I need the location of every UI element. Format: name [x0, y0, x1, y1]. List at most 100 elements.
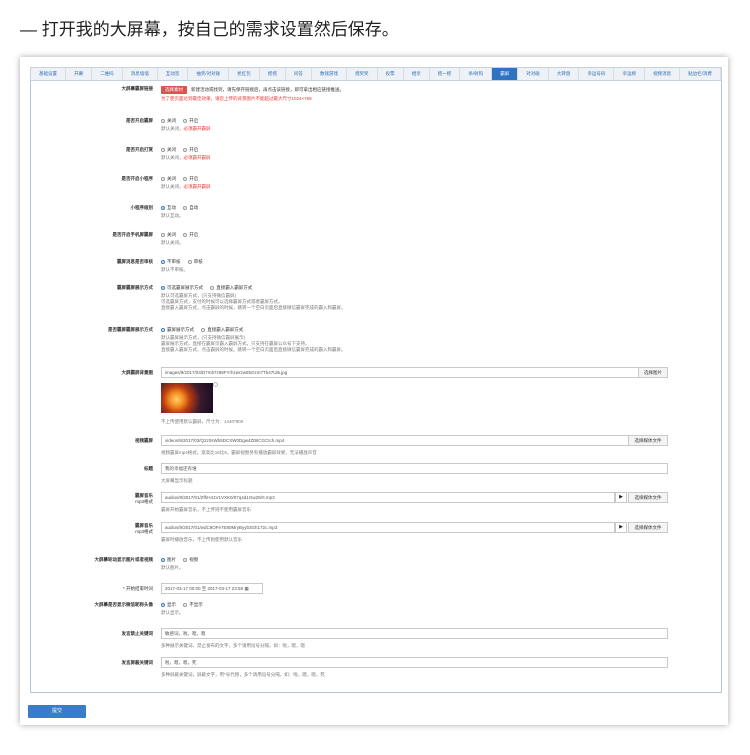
title-input[interactable]: 我的幸福还有谁: [161, 463, 668, 474]
label-show-type: 大屏幕轮动显示图片或者视频: [94, 557, 154, 562]
option-label: 关闭: [167, 176, 176, 181]
submit-button[interactable]: 提交: [28, 705, 86, 718]
bg-video-input[interactable]: videos/9/2017/03/Q2z0sWh5DCXW0Dgw4Zt9ICG…: [161, 435, 629, 446]
filter-words-input[interactable]: 啦，嗯，嗯，死: [161, 657, 668, 668]
bg-image-input[interactable]: images/9/2017/03/D7m57z99FYrhzwrzw85Ozm7…: [161, 367, 639, 378]
tab-item[interactable]: 数钱游戏: [312, 68, 348, 80]
pay-method-opt1[interactable]: 可选霸屏展示方式: [161, 285, 203, 290]
show-nick-yes[interactable]: 显示: [161, 602, 176, 607]
open-screen-on[interactable]: 开启: [183, 118, 198, 123]
show-method-hint-3: 直接霸入霸屏方式，点击霸屏的时候，跳转一个空白页面后直接微信霸屏完成的霸入和霸屏…: [161, 347, 346, 352]
radio-icon: [161, 176, 165, 181]
radio-icon: [161, 259, 165, 264]
mini-level-control: 互动 自动 默认互动。: [161, 205, 204, 219]
msg-review-no[interactable]: 不审核: [161, 259, 181, 264]
tab-item[interactable]: 投票: [378, 68, 404, 80]
select-image-button[interactable]: 选择图片: [638, 367, 668, 378]
mini-level-opt1[interactable]: 互动: [161, 205, 176, 210]
open-screen-control: 关闭 开启 默认关闭，必须霸开霸屏: [161, 118, 211, 132]
tab-item[interactable]: 问答: [286, 68, 312, 80]
hint-red: 必须霸开霸屏: [183, 184, 211, 189]
show-type-hint: 默认图片。: [161, 565, 184, 570]
msg-review-yes[interactable]: 审核: [187, 259, 203, 264]
open-danmu-off[interactable]: 关闭: [161, 147, 176, 152]
label-end-music: 霸屏音乐 mp3格式: [33, 523, 153, 535]
label-msg-review: 霸屏消息是否审核: [117, 259, 153, 264]
time-range-input[interactable]: 2017-03-17 00:00 至 2017-03-17 23:59 ▦: [161, 583, 263, 594]
radio-icon: [183, 176, 188, 181]
tab-item[interactable]: 开幕: [66, 68, 93, 80]
select-end-music-button[interactable]: 选择媒体文件: [628, 522, 668, 533]
phone-screen-off[interactable]: 关闭: [161, 232, 176, 237]
tab-item[interactable]: 霸屏: [492, 68, 519, 80]
phone-screen-control: 关闭 开启 默认关闭。: [161, 232, 204, 246]
tab-item[interactable]: 幸运号码: [579, 68, 615, 80]
bg-music-input[interactable]: audios/9/2017/01/ZfhH41V1VXK0/07q4d1Gw29…: [161, 492, 615, 503]
radio-icon: [161, 285, 165, 290]
tab-item[interactable]: 视频消息: [645, 68, 681, 80]
label-mini-level: 小程序级别: [130, 205, 154, 210]
open-gift-hint: 默认关闭，必须霸开霸屏: [161, 184, 211, 190]
select-material-button[interactable]: 选择素材: [161, 86, 187, 94]
phone-screen-on[interactable]: 开启: [183, 232, 198, 237]
label-sub: mp3格式: [135, 529, 153, 534]
calendar-icon: ▦: [244, 586, 249, 591]
select-bg-music-button[interactable]: 选择媒体文件: [628, 492, 668, 503]
label-filter-words: 发言屏蔽关键词: [121, 660, 154, 665]
radio-icon: [161, 147, 165, 152]
option-label: 互动: [167, 205, 176, 210]
ban-words-input[interactable]: 敏感词，啦，嗯，嗯: [161, 628, 668, 639]
show-nick-no[interactable]: 不显示: [183, 602, 203, 607]
label-show-nick: 大屏幕是否显示微信昵称头像: [94, 602, 154, 607]
option-label: 关闭: [167, 232, 176, 237]
show-method-opt1[interactable]: 霸屏展示方式: [161, 327, 194, 332]
msg-review-hint: 默认不审核。: [161, 267, 188, 272]
option-label: 显示: [167, 602, 176, 607]
mini-level-opt2[interactable]: 自动: [183, 205, 198, 210]
option-label: 可选霸屏展示方式: [167, 285, 203, 290]
show-method-opt2[interactable]: 直接霸入霸屏方式: [201, 327, 243, 332]
tab-item[interactable]: 摇奖奖: [347, 68, 378, 80]
open-gift-on[interactable]: 开启: [183, 176, 198, 181]
option-label: 开启: [189, 147, 199, 152]
tab-item[interactable]: 幸运榜: [614, 68, 646, 80]
radio-icon: [161, 205, 165, 210]
tab-item[interactable]: 对对碰: [518, 68, 549, 80]
bg-image-hint: 不上传使用默认霸屏，尺寸为：1440*900: [161, 419, 244, 424]
open-screen-off[interactable]: 关闭: [161, 118, 176, 123]
tab-item[interactable]: 贴边栏/消费: [680, 68, 721, 80]
option-label: 审核: [193, 259, 203, 264]
radio-icon: [210, 285, 215, 290]
play-icon[interactable]: ▶: [615, 522, 627, 533]
page-heading: — 打开我的大屏幕，按自己的需求设置然后保存。: [20, 20, 399, 39]
tab-item[interactable]: 相亲: [404, 68, 430, 80]
ban-words-hint: 多种展示关键词，禁止发布的文字，多个请用逗号分隔，如：啦，嗯，嗯: [161, 643, 305, 648]
tab-item[interactable]: 抢红包: [229, 68, 260, 80]
tab-item[interactable]: 基础设置: [31, 68, 67, 80]
tab-item[interactable]: 大转盘: [549, 68, 580, 80]
open-screen-hint: 默认关闭，必须霸开霸屏: [161, 126, 211, 132]
open-gift-off[interactable]: 关闭: [161, 176, 176, 181]
radio-icon: [183, 557, 188, 562]
open-danmu-on[interactable]: 开启: [183, 147, 198, 152]
radio-icon: [161, 118, 165, 123]
bg-image-preview: [161, 382, 218, 413]
play-icon[interactable]: ▶: [615, 492, 627, 503]
tab-item[interactable]: 抽奖/对对碰: [188, 68, 230, 80]
tab-item[interactable]: 杀/射钩: [460, 68, 493, 80]
tab-item[interactable]: 摇一摇: [430, 68, 461, 80]
pay-method-hint-3: 直接霸入霸屏方式，点击霸屏的时候，跳转一个空白页面后直接微信霸屏完成的霸入和霸屏…: [161, 305, 346, 310]
option-label: 不显示: [189, 602, 203, 607]
show-type-image[interactable]: 图片: [161, 557, 176, 562]
screen-link-note: 为了使页面达到最佳效果，请您上传的背景图片不能超过最大尺寸1024×768: [161, 96, 312, 101]
select-video-button[interactable]: 选择媒体文件: [628, 435, 668, 446]
tab-item[interactable]: 摇摇: [260, 68, 286, 80]
tab-item[interactable]: 二维码: [92, 68, 123, 80]
label-show-method: 是否霸屏霸屏展示方式: [108, 327, 153, 332]
show-type-video[interactable]: 视频: [183, 557, 198, 562]
tab-item[interactable]: 互动签: [158, 68, 189, 80]
show-nick-control: 显示 不显示 默认显示。: [161, 602, 209, 616]
end-music-input[interactable]: audios/9/2017/01/wdC9OFe7E80MryByyb3Gh17…: [161, 522, 615, 533]
pay-method-opt2[interactable]: 直接霸入霸屏方式: [210, 285, 252, 290]
tab-item[interactable]: 消息墙墙: [123, 68, 158, 80]
